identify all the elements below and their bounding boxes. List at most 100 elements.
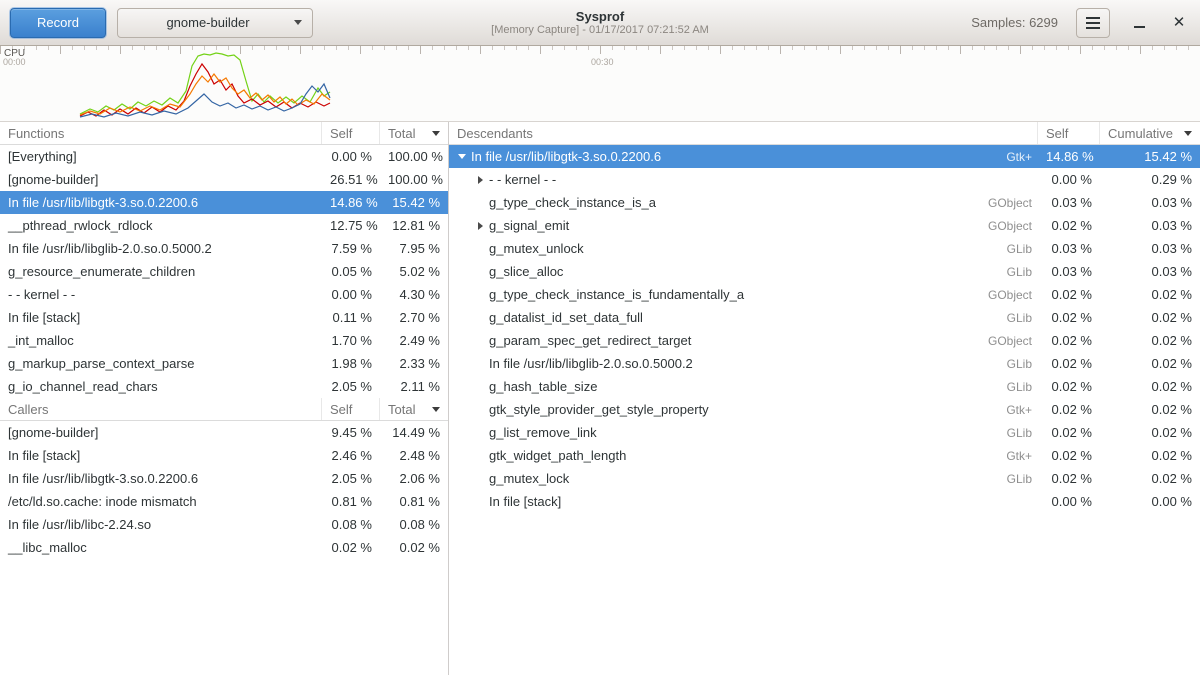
table-row[interactable]: In file [stack]0.00 %0.00 % [449,490,1200,513]
row-name-cell: In file [stack] [0,310,322,325]
table-row[interactable]: In file [stack]2.46 %2.48 % [0,444,448,467]
table-row[interactable]: - - kernel - -0.00 %0.29 % [449,168,1200,191]
row-name-cell: g_type_check_instance_is_fundamentally_a… [449,287,1038,302]
row-label: - - kernel - - [489,172,556,187]
self-value: 7.59 % [322,241,380,256]
chevron-down-icon [294,20,302,25]
row-name-cell: [Everything] [0,149,322,164]
table-row[interactable]: In file /usr/lib/libgtk-3.so.0.2200.62.0… [0,467,448,490]
table-row[interactable]: g_type_check_instance_is_aGObject0.03 %0… [449,191,1200,214]
functions-total-column-header[interactable]: Total [380,122,448,144]
descendants-cumulative-column-header[interactable]: Cumulative [1100,122,1200,144]
table-row[interactable]: g_type_check_instance_is_fundamentally_a… [449,283,1200,306]
callers-self-column-header[interactable]: Self [322,398,380,420]
row-label: g_slice_alloc [489,264,563,279]
row-name-cell: __pthread_rwlock_rdlock [0,218,322,233]
total-value: 0.03 % [1100,264,1200,279]
expander-collapsed-icon[interactable] [471,176,489,184]
cpu-line-green [80,53,330,114]
cpu-line-blue [80,84,330,117]
total-value: 0.02 % [380,540,448,555]
total-value: 0.81 % [380,494,448,509]
row-label: g_resource_enumerate_children [8,264,195,279]
self-value: 0.00 % [322,149,380,164]
callers-total-column-header[interactable]: Total [380,398,448,420]
table-row[interactable]: In file /usr/lib/libgtk-3.so.0.2200.6Gtk… [449,145,1200,168]
row-label: [gnome-builder] [8,172,98,187]
table-row[interactable]: g_list_remove_linkGLib0.02 %0.02 % [449,421,1200,444]
table-row[interactable]: _int_malloc1.70 %2.49 % [0,329,448,352]
self-value: 0.81 % [322,494,380,509]
table-row[interactable]: g_hash_table_sizeGLib0.02 %0.02 % [449,375,1200,398]
capture-subtitle: [Memory Capture] - 01/17/2017 07:21:52 A… [491,24,709,37]
table-row[interactable]: gtk_style_provider_get_style_propertyGtk… [449,398,1200,421]
row-label: g_type_check_instance_is_fundamentally_a [489,287,744,302]
row-name-cell: g_io_channel_read_chars [0,379,322,394]
row-label: __libc_malloc [8,540,87,555]
table-row[interactable]: gtk_widget_path_lengthGtk+0.02 %0.02 % [449,444,1200,467]
row-name-cell: /etc/ld.so.cache: inode mismatch [0,494,322,509]
expander-expanded-icon[interactable] [453,154,471,159]
row-label: g_mutex_unlock [489,241,584,256]
menu-button[interactable] [1076,8,1110,38]
headerbar-right-cluster: Samples: 6299 ✕ [971,8,1190,38]
self-value: 0.08 % [322,517,380,532]
table-row[interactable]: g_slice_allocGLib0.03 %0.03 % [449,260,1200,283]
row-name-cell: g_markup_parse_context_parse [0,356,322,371]
table-row[interactable]: g_mutex_lockGLib0.02 %0.02 % [449,467,1200,490]
table-row[interactable]: g_io_channel_read_chars2.05 %2.11 % [0,375,448,398]
table-row[interactable]: /etc/ld.so.cache: inode mismatch0.81 %0.… [0,490,448,513]
table-row[interactable]: g_signal_emitGObject0.02 %0.03 % [449,214,1200,237]
self-value: 0.02 % [1038,379,1100,394]
cpu-graph[interactable]: CPU 00:00 00:30 [0,46,1200,122]
minimize-button[interactable] [1128,12,1150,34]
table-row[interactable]: In file /usr/lib/libc-2.24.so0.08 %0.08 … [0,513,448,536]
total-value: 0.02 % [1100,425,1200,440]
table-row[interactable]: __pthread_rwlock_rdlock12.75 %12.81 % [0,214,448,237]
row-name-cell: In file /usr/lib/libgtk-3.so.0.2200.6Gtk… [449,149,1038,164]
descendants-self-column-header[interactable]: Self [1038,122,1100,144]
table-row[interactable]: g_mutex_unlockGLib0.03 %0.03 % [449,237,1200,260]
total-value: 100.00 % [380,149,448,164]
table-row[interactable]: g_datalist_id_set_data_fullGLib0.02 %0.0… [449,306,1200,329]
self-value: 1.70 % [322,333,380,348]
row-name-cell: g_signal_emitGObject [449,218,1038,233]
left-pane: Functions Self Total [Everything]0.00 %1… [0,122,449,675]
self-value: 0.03 % [1038,264,1100,279]
time-label-mid: 00:30 [591,57,614,67]
record-button[interactable]: Record [10,8,106,38]
table-row[interactable]: g_param_spec_get_redirect_targetGObject0… [449,329,1200,352]
table-row[interactable]: [gnome-builder]26.51 %100.00 % [0,168,448,191]
expander-collapsed-icon[interactable] [471,222,489,230]
table-row[interactable]: - - kernel - -0.00 %4.30 % [0,283,448,306]
table-row[interactable]: In file [stack]0.11 %2.70 % [0,306,448,329]
total-value: 2.33 % [380,356,448,371]
functions-column-header[interactable]: Functions [0,122,322,144]
callers-column-header[interactable]: Callers [0,398,322,420]
table-row[interactable]: In file /usr/lib/libglib-2.0.so.0.5000.2… [449,352,1200,375]
row-name-cell: _int_malloc [0,333,322,348]
total-value: 12.81 % [380,218,448,233]
table-row[interactable]: [gnome-builder]9.45 %14.49 % [0,421,448,444]
self-value: 0.02 % [1038,218,1100,233]
close-button[interactable]: ✕ [1168,12,1190,34]
table-row[interactable]: In file /usr/lib/libglib-2.0.so.0.5000.2… [0,237,448,260]
table-row[interactable]: g_markup_parse_context_parse1.98 %2.33 % [0,352,448,375]
row-label: In file /usr/lib/libgtk-3.so.0.2200.6 [471,149,661,164]
row-name-cell: [gnome-builder] [0,172,322,187]
self-value: 0.00 % [322,287,380,302]
library-tag: GLib [1007,311,1038,325]
row-name-cell: g_hash_table_sizeGLib [449,379,1038,394]
table-row[interactable]: [Everything]0.00 %100.00 % [0,145,448,168]
app-title: Sysprof [576,9,624,24]
functions-self-column-header[interactable]: Self [322,122,380,144]
library-tag: GLib [1007,380,1038,394]
total-value: 2.70 % [380,310,448,325]
table-row[interactable]: __libc_malloc0.02 %0.02 % [0,536,448,559]
row-label: g_mutex_lock [489,471,569,486]
row-name-cell: gtk_widget_path_lengthGtk+ [449,448,1038,463]
table-row[interactable]: In file /usr/lib/libgtk-3.so.0.2200.614.… [0,191,448,214]
descendants-column-header[interactable]: Descendants [449,122,1038,144]
table-row[interactable]: g_resource_enumerate_children0.05 %5.02 … [0,260,448,283]
process-selector[interactable]: gnome-builder [117,8,313,38]
